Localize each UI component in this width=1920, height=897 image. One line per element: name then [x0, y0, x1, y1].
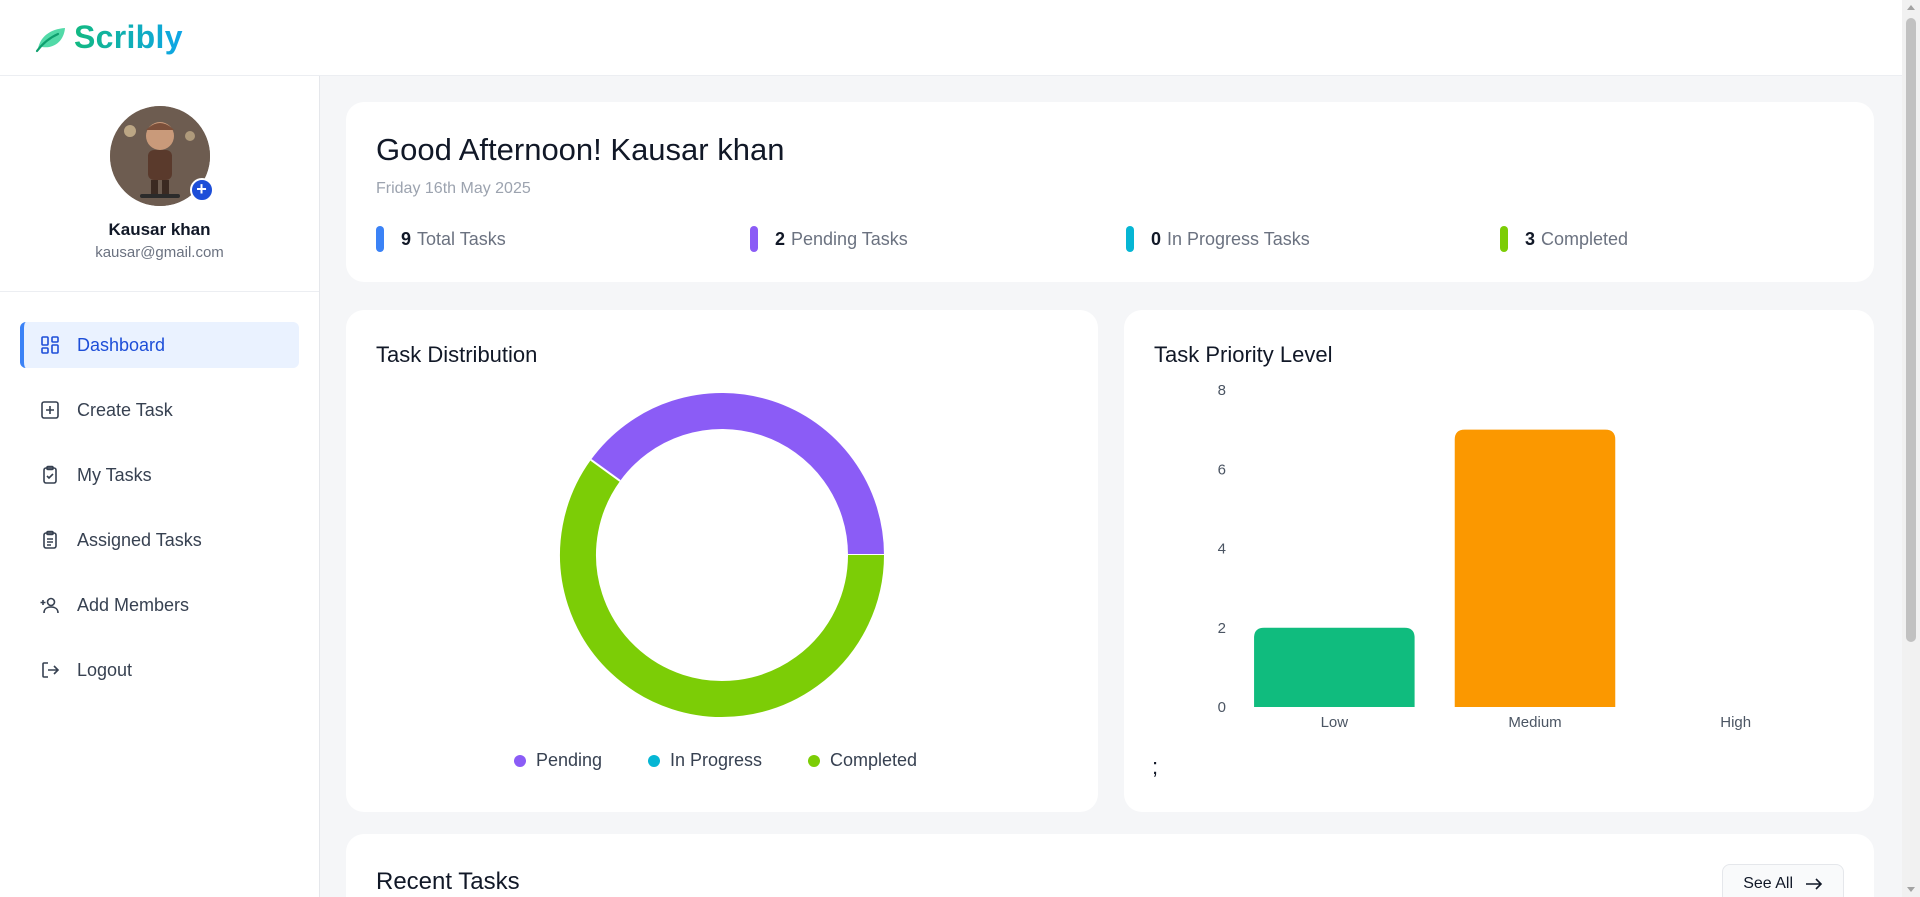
- profile-email: kausar@gmail.com: [95, 244, 224, 261]
- page-scrollbar[interactable]: [1902, 0, 1920, 897]
- stat-value: 0: [1151, 228, 1162, 249]
- user-plus-icon: [40, 595, 60, 615]
- task-distribution-card: Task Distribution Pending In Progress Co…: [346, 310, 1098, 812]
- y-tick-label: 2: [1218, 620, 1226, 637]
- y-tick-label: 8: [1218, 382, 1226, 399]
- stat-total-tasks: 9 Total Tasks: [376, 226, 506, 252]
- scroll-up-arrow-icon[interactable]: [1907, 5, 1915, 10]
- change-avatar-button[interactable]: +: [189, 178, 214, 202]
- stat-color-bar: [376, 226, 384, 252]
- legend-item-in-progress[interactable]: In Progress: [648, 750, 762, 771]
- stat-value: 9: [401, 228, 412, 249]
- recent-tasks-title: Recent Tasks: [376, 868, 520, 895]
- sidebar-nav: Dashboard Create Task My Tasks Assigned …: [0, 292, 319, 693]
- legend-item-completed[interactable]: Completed: [808, 750, 917, 771]
- task-distribution-donut-chart: [560, 393, 884, 717]
- profile-name: Kausar khan: [108, 220, 211, 239]
- see-all-button[interactable]: See All: [1722, 864, 1844, 897]
- legend-item-pending[interactable]: Pending: [514, 750, 602, 771]
- stat-pending-tasks: 2 Pending Tasks: [750, 226, 908, 252]
- stat-value: 2: [775, 228, 786, 249]
- stat-label: Completed: [1541, 228, 1629, 249]
- sidebar-item-assigned-tasks[interactable]: Assigned Tasks: [20, 517, 299, 563]
- sidebar-item-my-tasks[interactable]: My Tasks: [20, 452, 299, 498]
- see-all-label: See All: [1743, 875, 1793, 892]
- stat-label: Total Tasks: [417, 228, 506, 249]
- legend-label: Pending: [536, 750, 603, 770]
- sidebar-item-label: Assigned Tasks: [77, 529, 202, 550]
- avatar-container: +: [109, 106, 214, 206]
- legend-dot: [514, 754, 526, 767]
- x-tick-label: High: [1720, 714, 1751, 731]
- y-tick-label: 6: [1218, 461, 1226, 478]
- app-name: Scribly: [74, 19, 183, 55]
- legend-dot: [808, 754, 820, 767]
- y-tick-label: 0: [1218, 699, 1226, 716]
- greeting-date: Friday 16th May 2025: [376, 180, 531, 197]
- stat-value: 3: [1525, 228, 1536, 249]
- profile-section: + Kausar khan kausar@gmail.com: [0, 76, 319, 292]
- logout-icon: [40, 660, 60, 680]
- plus-square-icon: [40, 400, 60, 420]
- sidebar-item-create-task[interactable]: Create Task: [20, 387, 299, 433]
- top-bar: Scribly: [0, 0, 1902, 76]
- leaf-icon: [35, 27, 65, 52]
- sidebar-item-label: My Tasks: [77, 464, 152, 485]
- legend-label: In Progress: [670, 750, 763, 770]
- sidebar-item-dashboard[interactable]: Dashboard: [20, 322, 299, 368]
- stat-in-progress-tasks: 0 In Progress Tasks: [1126, 226, 1310, 252]
- legend-label: Completed: [830, 750, 918, 770]
- x-tick-label: Medium: [1508, 714, 1561, 731]
- x-tick-label: Low: [1321, 714, 1349, 731]
- app-logo[interactable]: Scribly: [34, 19, 183, 56]
- sidebar-item-label: Dashboard: [77, 334, 166, 355]
- donut-slice-pending[interactable]: [590, 393, 884, 556]
- clipboard-list-icon: [40, 530, 60, 550]
- legend-dot: [648, 754, 660, 767]
- sidebar-item-label: Create Task: [77, 399, 173, 420]
- scroll-down-arrow-icon[interactable]: [1907, 887, 1915, 892]
- stray-text: ;: [1152, 754, 1159, 779]
- donut-slice-completed[interactable]: [560, 459, 884, 717]
- bar-low[interactable]: [1254, 627, 1415, 707]
- stat-label: Pending Tasks: [791, 228, 908, 249]
- stat-color-bar: [1126, 226, 1134, 252]
- sidebar-item-label: Add Members: [77, 594, 190, 615]
- clipboard-check-icon: [40, 465, 60, 485]
- stat-color-bar: [750, 226, 758, 252]
- sidebar: + Kausar khan kausar@gmail.com Dashboard…: [0, 76, 320, 897]
- scrollbar-thumb[interactable]: [1906, 18, 1916, 642]
- dashboard-icon: [40, 335, 60, 355]
- greeting-title: Good Afternoon! Kausar khan: [376, 132, 785, 167]
- stat-label: In Progress Tasks: [1167, 228, 1310, 249]
- bar-medium[interactable]: [1454, 429, 1616, 707]
- arrow-right-icon: [1806, 878, 1823, 890]
- stat-completed-tasks: 3 Completed: [1500, 226, 1628, 252]
- y-tick-label: 4: [1218, 541, 1226, 558]
- recent-tasks-card: Recent Tasks See All: [346, 834, 1874, 897]
- task-priority-bar-chart: 0 2 4 6 8 Low Medium High: [1218, 382, 1751, 731]
- sidebar-item-label: Logout: [77, 659, 133, 680]
- stat-color-bar: [1500, 226, 1508, 252]
- task-priority-card: Task Priority Level 0 2 4 6 8 Low Medium High ;: [1124, 310, 1874, 812]
- sidebar-item-add-members[interactable]: Add Members: [20, 582, 299, 628]
- greeting-card: Good Afternoon! Kausar khan Friday 16th …: [346, 102, 1874, 282]
- sidebar-item-logout[interactable]: Logout: [20, 647, 299, 693]
